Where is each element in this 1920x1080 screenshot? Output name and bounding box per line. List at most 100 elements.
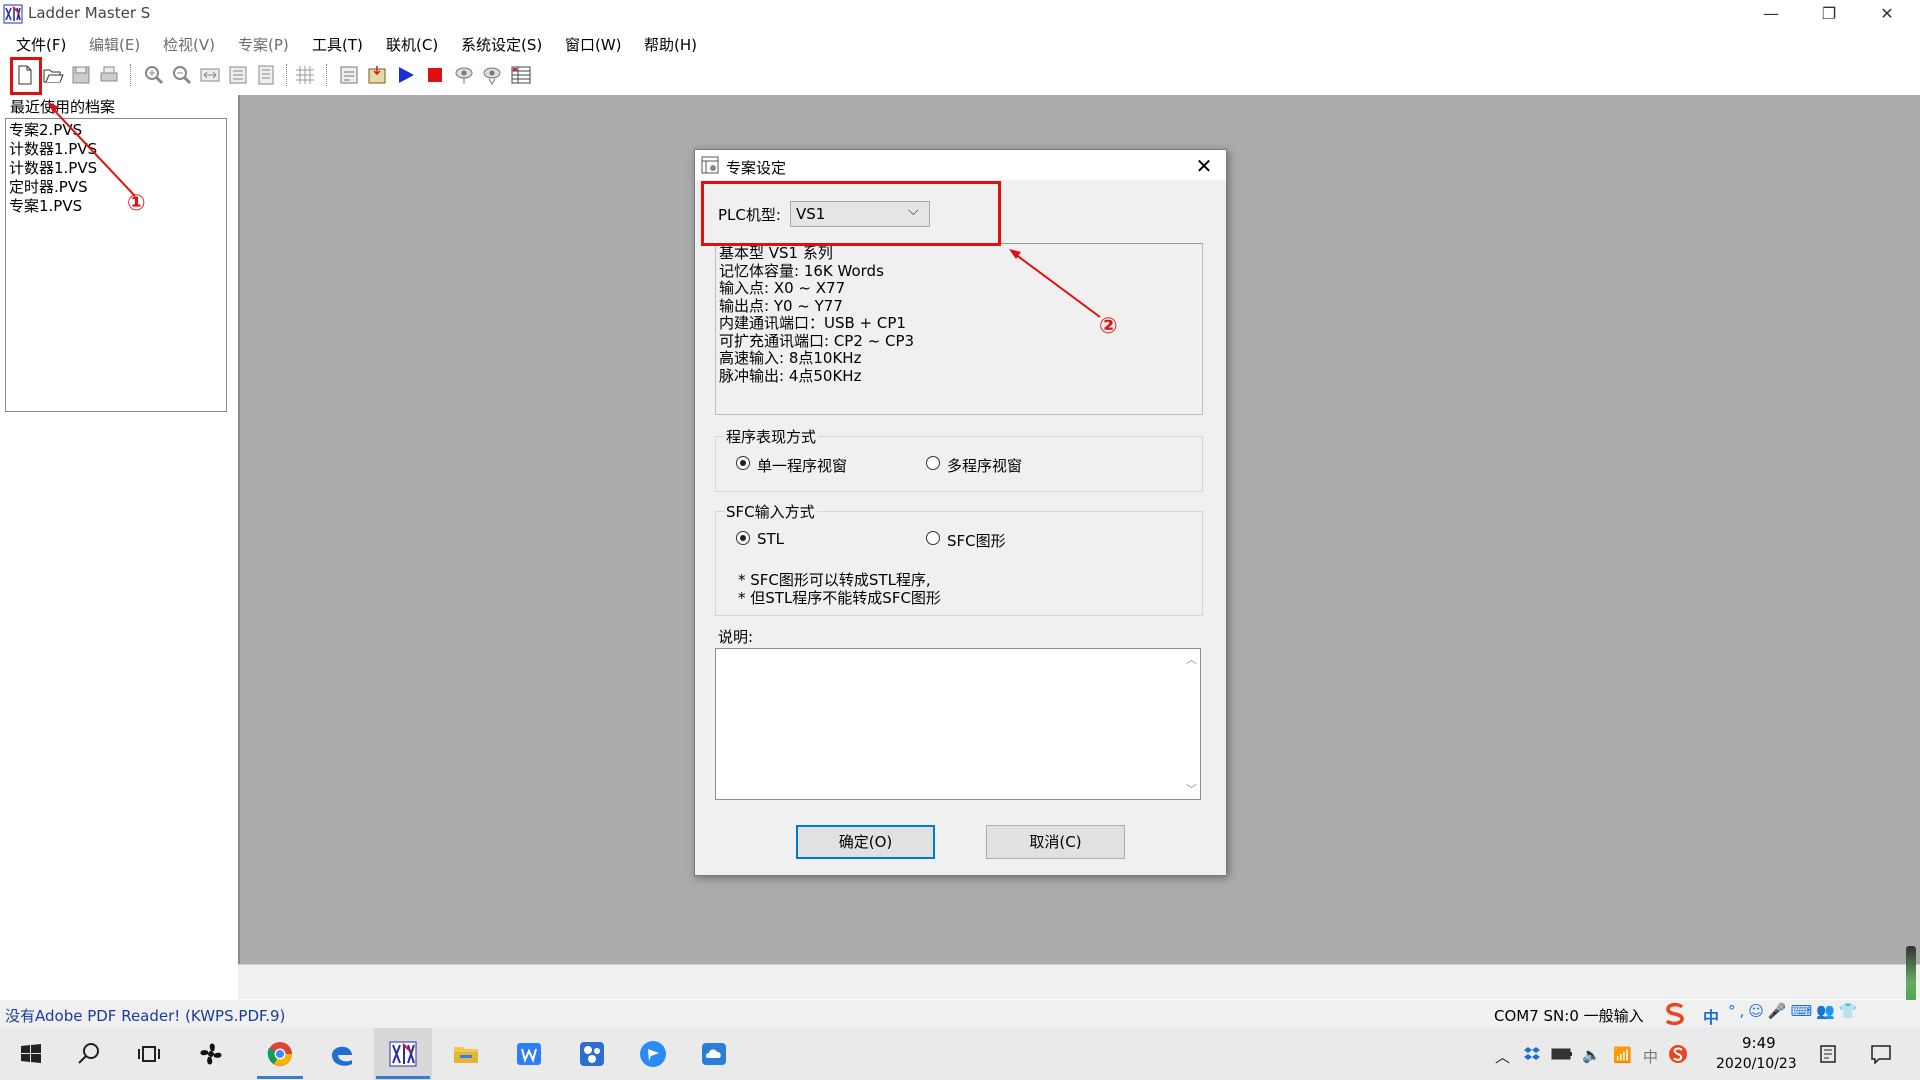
scroll-down-icon[interactable]: ﹀ [1186,781,1197,797]
menu-tools[interactable]: 工具(T) [312,34,363,55]
wps-writer-icon[interactable] [514,1039,544,1069]
chrome-icon[interactable] [265,1039,295,1069]
recent-file-item[interactable]: 专案1.PVS [9,197,82,216]
watch-icon[interactable] [481,64,503,86]
minimize-button[interactable]: — [1742,0,1800,28]
zoom-out-icon[interactable] [171,64,193,86]
ladder-master-icon[interactable] [388,1039,418,1069]
single-program-radio[interactable] [736,456,750,470]
cancel-button[interactable]: 取消(C) [986,825,1125,859]
recent-files-label: 最近使用的档案 [10,98,116,116]
plc-info-line: 内建通讯端口：USB + CP1 [719,314,906,332]
feishu-icon[interactable] [638,1039,668,1069]
annotation-label-two: ② [1099,314,1118,339]
toolbar [0,58,1920,94]
ime-chinese-icon[interactable]: 中 [1703,1004,1719,1028]
horizontal-scrollbar[interactable] [238,964,1920,999]
ok-button[interactable]: 确定(O) [796,825,935,859]
zoom-in-icon[interactable] [143,64,165,86]
multi-program-label: 多程序视窗 [947,457,1023,475]
network-app-icon[interactable] [577,1039,607,1069]
monitor-icon[interactable] [453,64,475,86]
task-view-icon[interactable] [134,1039,164,1069]
plc-info-line: 输出点: Y0 ~ Y77 [719,296,843,315]
recent-file-item[interactable]: 计数器1.PVS [9,159,97,178]
sogou-tray-icon[interactable] [1668,1044,1688,1064]
recent-file-item[interactable]: 专案2.PVS [9,121,82,140]
dialog-close-button[interactable]: ✕ [1190,153,1218,179]
scroll-up-icon[interactable]: ︿ [1186,651,1197,667]
tray-expand-icon[interactable]: ︿ [1495,1046,1510,1067]
cloud-sync-icon[interactable] [699,1039,729,1069]
plc-info-line: 脉冲输出: 4点50KHz [719,366,862,385]
notification-center-icon[interactable] [1870,1044,1892,1064]
recent-file-item[interactable]: 计数器1.PVS [9,140,97,159]
search-icon[interactable] [74,1039,104,1069]
edge-icon[interactable] [327,1039,357,1069]
toolbar-separator [130,64,132,86]
stop-icon[interactable] [424,64,446,86]
volume-icon[interactable]: 🔈 [1582,1046,1601,1064]
battery-icon[interactable] [1551,1047,1573,1061]
notes-icon[interactable] [1818,1044,1838,1064]
stl-radio[interactable] [736,531,750,545]
ladder-master-active-indicator [376,1076,430,1079]
clock-date[interactable]: 2020/10/23 [1716,1056,1797,1072]
sfc-graphic-label: SFC图形 [947,532,1006,550]
sogou-ime-icon[interactable] [1662,1002,1688,1026]
plc-info-line: 高速输入: 8点10KHz [719,349,862,367]
grid-icon[interactable] [294,64,316,86]
stl-label: STL [757,530,785,548]
menu-help[interactable]: 帮助(H) [644,34,697,55]
annotation-box-plc-model [701,181,1001,246]
ime-toolbar-icons[interactable]: °,☺🎤⌨👥👕 [1728,1002,1862,1020]
page-view-icon[interactable] [227,64,249,86]
sfc-mode-title: SFC输入方式 [724,501,817,522]
description-label: 说明: [718,628,754,646]
menu-project[interactable]: 专案(P) [238,34,289,55]
plc-info-line: 输入点: X0 ~ X77 [719,279,846,297]
program-mode-title: 程序表现方式 [724,426,819,447]
run-icon[interactable] [395,64,417,86]
project-settings-icon [701,156,719,174]
status-connection: COM7 SN:0 一般输入 [1494,1007,1644,1025]
input-language-indicator[interactable]: 中 [1643,1046,1658,1067]
plc-info-line: 可扩充通讯端口: CP2 ~ CP3 [719,331,915,350]
page-list-icon[interactable] [255,64,277,86]
menu-edit[interactable]: 编辑(E) [89,34,140,55]
multi-program-radio[interactable] [926,456,940,470]
print-icon[interactable] [98,64,120,86]
single-program-label: 单一程序视窗 [757,457,848,475]
description-scrollbar[interactable]: ︿ ﹀ [1182,649,1200,799]
windows-start-icon[interactable] [16,1039,46,1069]
sfc-graphic-radio[interactable] [926,531,940,545]
dialog-title: 专案设定 [726,159,787,177]
sfc-note-line: * 但STL程序不能转成SFC图形 [738,589,941,607]
compile-icon[interactable] [338,64,360,86]
plc-info-line: 基本型 VS1 系列 [719,244,833,262]
menu-view[interactable]: 检视(V) [163,34,215,55]
description-textarea[interactable] [715,648,1201,800]
dropbox-icon[interactable] [1523,1045,1541,1063]
toolbar-separator [286,64,288,86]
download-icon[interactable] [366,64,388,86]
clock-time[interactable]: 9:49 [1742,1034,1776,1052]
chrome-active-indicator [257,1076,303,1079]
menu-online[interactable]: 联机(C) [386,34,438,55]
plc-info-line: 记忆体容量: 16K Words [719,261,884,280]
app-logo-icon [3,4,23,24]
file-explorer-icon[interactable] [451,1039,481,1069]
wifi-icon[interactable]: 📶 [1613,1046,1632,1064]
fan-app-icon[interactable] [196,1039,226,1069]
restore-button[interactable]: ❐ [1800,0,1858,28]
open-folder-icon[interactable] [42,64,64,86]
close-button[interactable]: ✕ [1858,0,1916,28]
menu-system-settings[interactable]: 系统设定(S) [461,34,542,55]
fit-width-icon[interactable] [199,64,221,86]
toolbar-separator [326,64,328,86]
recent-file-item[interactable]: 定时器.PVS [9,178,88,197]
save-icon[interactable] [70,64,92,86]
table-monitor-icon[interactable] [510,64,532,86]
menu-window[interactable]: 窗口(W) [565,34,622,55]
menu-file[interactable]: 文件(F) [16,34,66,55]
